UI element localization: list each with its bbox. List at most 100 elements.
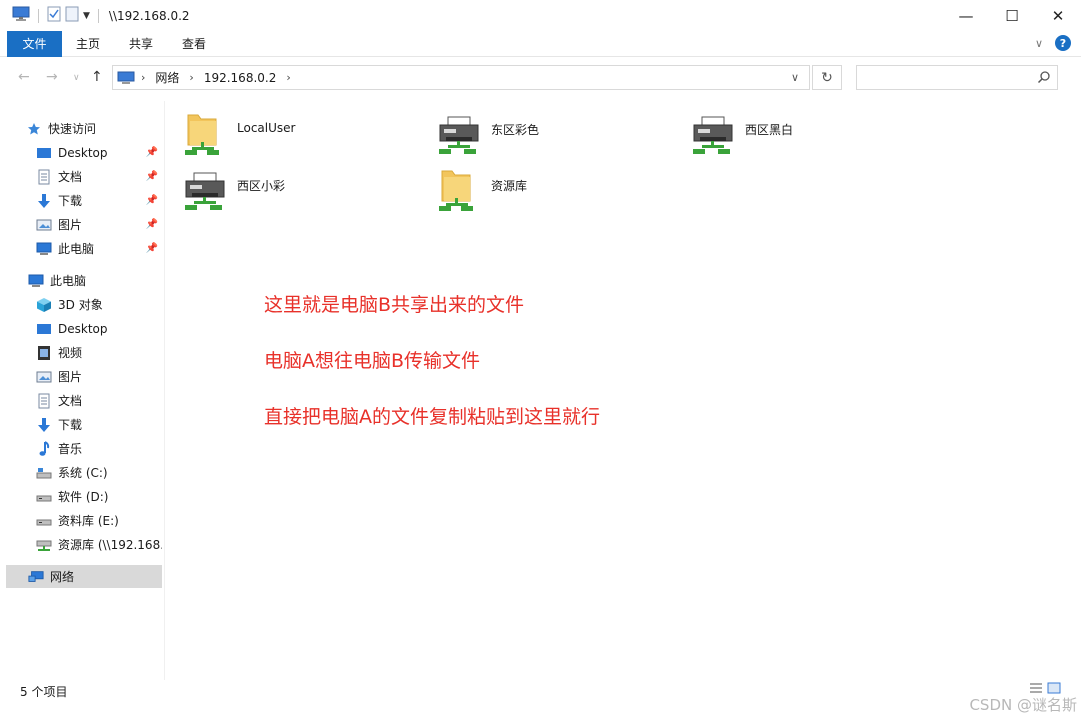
- search-input[interactable]: [856, 65, 1058, 90]
- drive-icon: [36, 513, 52, 529]
- sidebar-item-3d-objects[interactable]: 3D 对象: [36, 293, 162, 316]
- forward-arrow-icon[interactable]: →: [46, 69, 58, 85]
- drive-icon: [36, 489, 52, 505]
- sidebar-item-label: 图片: [58, 370, 83, 384]
- network-location-icon: [117, 71, 135, 85]
- sidebar-item-pictures[interactable]: 图片: [36, 365, 162, 388]
- sidebar-item-videos[interactable]: 视频: [36, 341, 162, 364]
- share-item-printer-east-color[interactable]: 东区彩色: [420, 105, 660, 157]
- shared-folder-icon: [436, 165, 476, 213]
- shared-folder-icon: [182, 109, 222, 157]
- address-dropdown-icon[interactable]: ∨: [781, 66, 809, 89]
- sidebar-item-label: 软件 (D:): [58, 490, 109, 504]
- watermark: CSDN @谜名斯: [969, 696, 1077, 714]
- sidebar-item-qa-desktop[interactable]: Desktop 📌: [36, 141, 162, 164]
- maximize-button[interactable]: ☐: [989, 0, 1035, 31]
- sidebar-item-label: 3D 对象: [58, 298, 103, 312]
- document-icon: [36, 169, 52, 185]
- sidebar-item-qa-downloads[interactable]: 下载 📌: [36, 189, 162, 212]
- minimize-button[interactable]: —: [943, 0, 989, 31]
- share-item-label: LocalUser: [237, 121, 296, 135]
- sidebar-item-label: 视频: [58, 346, 83, 360]
- ribbon: 文件 主页 共享 查看 ∨ ?: [0, 31, 1081, 57]
- tab-share[interactable]: 共享: [114, 31, 168, 57]
- expand-ribbon-icon[interactable]: ∨: [1035, 37, 1043, 50]
- sidebar-item-label: 文档: [58, 170, 83, 184]
- address-bar[interactable]: › 网络 › 192.168.0.2 › ∨: [112, 65, 810, 90]
- sidebar-item-music[interactable]: 音乐: [36, 437, 162, 460]
- sidebar-item-label: 此电脑: [50, 274, 87, 288]
- pin-icon: 📌: [145, 147, 158, 158]
- sidebar-item-this-pc[interactable]: 此电脑: [28, 269, 184, 292]
- sidebar-item-qa-pictures[interactable]: 图片 📌: [36, 213, 162, 236]
- sidebar-item-label: Desktop: [58, 321, 108, 336]
- breadcrumb-network[interactable]: 网络: [155, 69, 179, 86]
- breadcrumb-chevron[interactable]: ›: [189, 71, 193, 84]
- toolbar-divider: [97, 8, 99, 23]
- tab-home[interactable]: 主页: [62, 31, 114, 57]
- picture-icon: [36, 217, 52, 233]
- breadcrumb-host[interactable]: 192.168.0.2: [204, 71, 277, 85]
- drive-icon: [36, 465, 52, 481]
- sidebar-item-drive-e[interactable]: 资料库 (E:): [36, 509, 162, 532]
- breadcrumb-chevron[interactable]: ›: [141, 71, 145, 84]
- network-printer-icon: [436, 109, 479, 157]
- network-printer-icon: [182, 165, 225, 213]
- search-icon: [1037, 70, 1051, 87]
- refresh-icon: ↻: [821, 69, 833, 86]
- recent-locations-icon[interactable]: ∨: [73, 73, 80, 83]
- tab-view[interactable]: 查看: [168, 31, 220, 57]
- share-item-printer-west-small-color[interactable]: 西区小彩: [166, 161, 406, 213]
- properties-icon[interactable]: [47, 6, 61, 25]
- customize-toolbar-icon[interactable]: ▼: [83, 11, 90, 21]
- network-drive-icon: [36, 537, 52, 553]
- up-arrow-icon[interactable]: ↑: [91, 69, 103, 85]
- share-item-printer-west-bw[interactable]: 西区黑白: [674, 105, 914, 157]
- share-item-label: 西区小彩: [237, 179, 286, 193]
- toolbar-divider: [38, 8, 39, 23]
- sidebar-item-label: 资料库 (E:): [58, 514, 119, 528]
- download-icon: [36, 417, 52, 433]
- network-printer-icon: [690, 109, 733, 157]
- annotation-text: 电脑A想往电脑B传输文件: [264, 350, 481, 372]
- computer-icon: [36, 241, 52, 257]
- sidebar-item-downloads[interactable]: 下载: [36, 413, 162, 436]
- sidebar-item-label: 快速访问: [48, 122, 97, 136]
- desktop-icon: [36, 145, 52, 161]
- share-item-localuser[interactable]: LocalUser: [166, 105, 406, 157]
- close-button[interactable]: ✕: [1035, 0, 1081, 31]
- sidebar-item-drive-d[interactable]: 软件 (D:): [36, 485, 162, 508]
- picture-icon: [36, 369, 52, 385]
- sidebar-item-network[interactable]: 网络: [6, 565, 162, 588]
- sidebar-item-label: 资源库 (\\192.168.: [58, 538, 162, 552]
- sidebar-item-network-drive[interactable]: 资源库 (\\192.168.: [36, 533, 162, 556]
- sidebar-item-drive-c[interactable]: 系统 (C:): [36, 461, 162, 484]
- document-icon: [36, 393, 52, 409]
- sidebar-item-desktop[interactable]: Desktop: [36, 317, 162, 340]
- breadcrumb-chevron[interactable]: ›: [286, 71, 290, 84]
- star-icon: [26, 121, 42, 137]
- tab-file[interactable]: 文件: [7, 31, 62, 57]
- sidebar-item-qa-this-pc[interactable]: 此电脑 📌: [36, 237, 162, 260]
- pin-icon: 📌: [145, 195, 158, 206]
- pin-icon: 📌: [145, 219, 158, 230]
- back-arrow-icon[interactable]: ←: [18, 69, 30, 85]
- pin-icon: 📌: [145, 171, 158, 182]
- quick-access-toolbar: ▼: [12, 6, 103, 25]
- sidebar-item-quick-access[interactable]: 快速访问: [26, 117, 182, 140]
- sidebar-item-label: 网络: [50, 570, 75, 584]
- file-list: LocalUser 东区彩色 西区黑白 西区小彩 资源库: [166, 101, 1081, 680]
- sidebar-item-label: 文档: [58, 394, 83, 408]
- sidebar-item-qa-documents[interactable]: 文档 📌: [36, 165, 162, 188]
- help-icon[interactable]: ?: [1055, 35, 1071, 51]
- sidebar-item-label: Desktop: [58, 145, 108, 160]
- new-folder-icon[interactable]: [65, 6, 79, 25]
- computer-icon[interactable]: [12, 6, 30, 25]
- share-item-resource-library[interactable]: 资源库: [420, 161, 660, 213]
- window-controls: — ☐ ✕: [943, 0, 1081, 31]
- navigation-pane: 快速访问 Desktop 📌 文档 📌 下载 📌 图片 📌 此电脑 📌 此电脑 …: [0, 101, 165, 680]
- sidebar-item-documents[interactable]: 文档: [36, 389, 162, 412]
- refresh-button[interactable]: ↻: [812, 65, 842, 90]
- pin-icon: 📌: [145, 243, 158, 254]
- status-bar: 5 个项目 CSDN @谜名斯: [0, 680, 1081, 720]
